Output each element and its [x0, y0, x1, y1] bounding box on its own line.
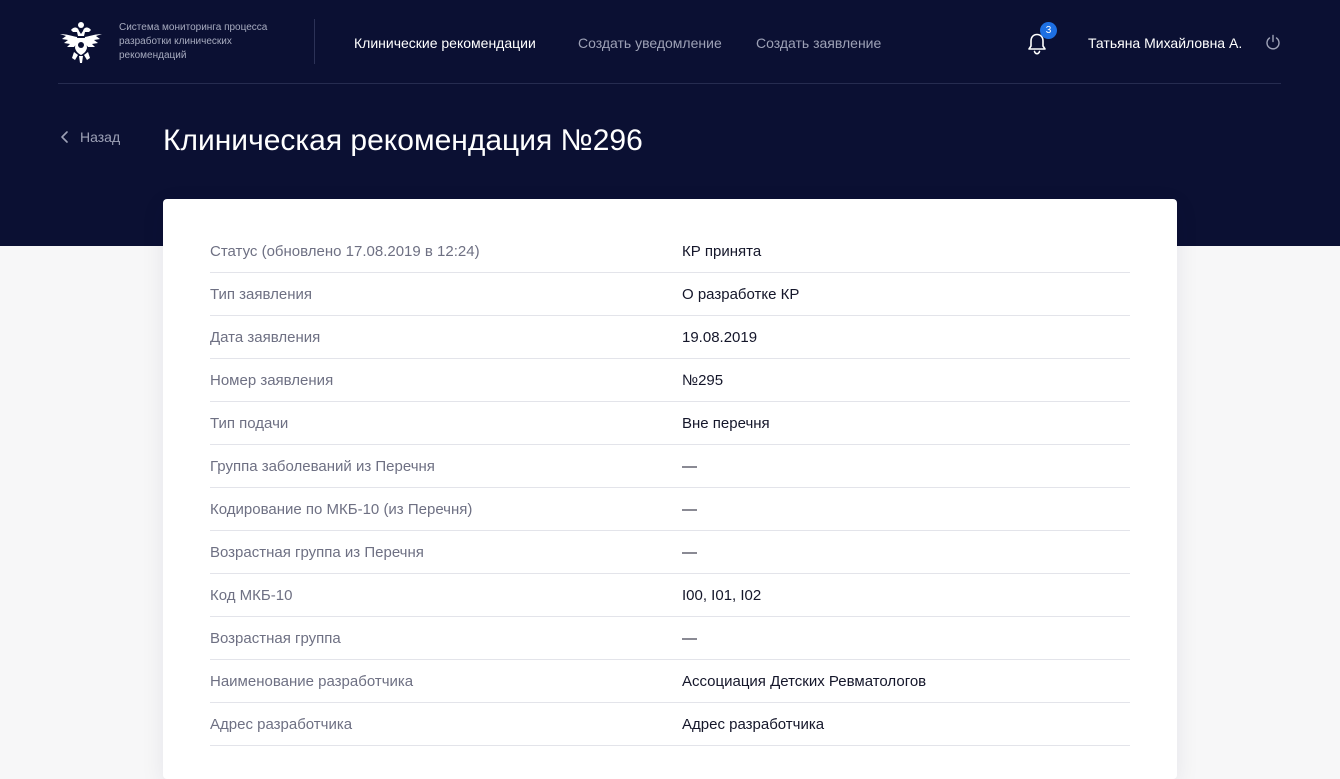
detail-value: — — [682, 544, 697, 561]
system-name: Система мониторинга процесса разработки … — [119, 22, 268, 61]
detail-row-list-age-group: Возрастная группа из Перечня — — [210, 531, 1130, 574]
detail-row-application-number: Номер заявления №295 — [210, 359, 1130, 402]
detail-label: Тип заявления — [210, 286, 313, 303]
user-name[interactable]: Татьяна Михайловна А. — [1088, 34, 1242, 52]
detail-label: Тип подачи — [210, 415, 289, 432]
detail-value: О разработке КР — [682, 286, 800, 303]
detail-value: 19.08.2019 — [682, 329, 758, 346]
detail-value: — — [682, 458, 697, 475]
detail-value: Ассоциация Детских Ревматологов — [682, 673, 927, 690]
detail-label: Кодирование по МКБ-10 (из Перечня) — [210, 501, 473, 518]
nav-item-clinical-recommendations[interactable]: Клинические рекомендации — [354, 34, 536, 52]
detail-value: I00, I01, I02 — [682, 587, 762, 604]
back-label: Назад — [80, 129, 121, 145]
detail-label: Дата заявления — [210, 329, 321, 346]
header-separator — [58, 83, 1281, 84]
detail-label: Статус (обновлено 17.08.2019 в 12:24) — [210, 243, 480, 260]
double-headed-eagle-emblem-icon[interactable] — [58, 20, 104, 64]
notification-count-badge[interactable]: 3 — [1040, 22, 1057, 39]
detail-label: Группа заболеваний из Перечня — [210, 458, 435, 475]
detail-row-submission-type: Тип подачи Вне перечня — [210, 402, 1130, 445]
detail-value: — — [682, 501, 697, 518]
detail-label: Возрастная группа из Перечня — [210, 544, 424, 561]
detail-row-developer-address: Адрес разработчика Адрес разработчика — [210, 703, 1130, 746]
detail-value: Вне перечня — [682, 415, 770, 432]
detail-row-disease-group: Группа заболеваний из Перечня — — [210, 445, 1130, 488]
chevron-left-icon — [61, 131, 68, 143]
power-icon[interactable] — [1265, 34, 1281, 50]
nav-item-create-application[interactable]: Создать заявление — [756, 34, 881, 52]
detail-value: №295 — [682, 372, 724, 389]
recommendation-details-card: Статус (обновлено 17.08.2019 в 12:24) КР… — [163, 199, 1177, 779]
detail-row-application-date: Дата заявления 19.08.2019 — [210, 316, 1130, 359]
detail-row-icd-coding: Кодирование по МКБ-10 (из Перечня) — — [210, 488, 1130, 531]
detail-label: Адрес разработчика — [210, 716, 353, 733]
detail-row-age-group: Возрастная группа — — [210, 617, 1130, 660]
back-link[interactable]: Назад — [60, 128, 120, 146]
details-list: Статус (обновлено 17.08.2019 в 12:24) КР… — [210, 230, 1130, 746]
detail-label: Код МКБ-10 — [210, 587, 293, 604]
detail-label: Номер заявления — [210, 372, 334, 389]
detail-label: Возрастная группа — [210, 630, 341, 647]
detail-row-status: Статус (обновлено 17.08.2019 в 12:24) КР… — [210, 230, 1130, 273]
page-title: Клиническая рекомендация №296 — [163, 124, 643, 157]
header-divider — [314, 19, 315, 64]
detail-row-developer-name: Наименование разработчика Ассоциация Дет… — [210, 660, 1130, 703]
detail-value: КР принята — [682, 243, 762, 260]
nav-item-create-notification[interactable]: Создать уведомление — [578, 34, 722, 52]
detail-row-application-type: Тип заявления О разработке КР — [210, 273, 1130, 316]
detail-label: Наименование разработчика — [210, 673, 414, 690]
detail-value: Адрес разработчика — [682, 716, 825, 733]
detail-row-icd-code: Код МКБ-10 I00, I01, I02 — [210, 574, 1130, 617]
detail-value: — — [682, 630, 697, 647]
